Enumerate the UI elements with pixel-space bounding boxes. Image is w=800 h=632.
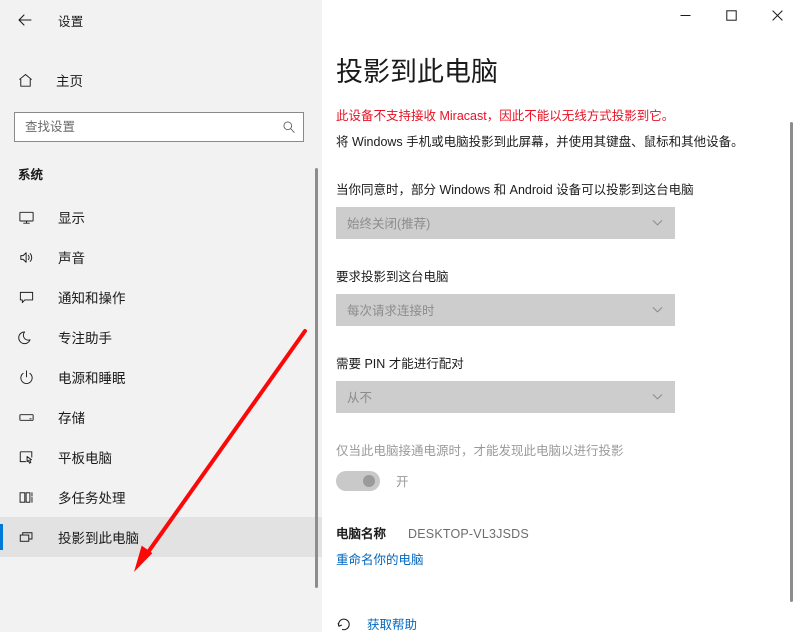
chevron-down-icon: [651, 390, 664, 403]
sidebar-item-label: 平板电脑: [58, 451, 112, 466]
close-button[interactable]: [754, 0, 800, 31]
power-toggle-row: 开: [336, 470, 800, 491]
power-note: 仅当此电脑接通电源时，才能发现此电脑以进行投影: [336, 443, 624, 458]
sidebar-item-focus-assist[interactable]: 专注助手: [0, 317, 322, 357]
monitor-icon: [16, 207, 36, 227]
dropdown-value: 始终关闭(推荐): [347, 217, 431, 232]
power-toggle[interactable]: [336, 470, 380, 491]
setting-label-request: 要求投影到这台电脑: [336, 269, 449, 284]
home-icon: [16, 71, 34, 89]
help-icon: [336, 615, 353, 632]
window-controls: [322, 0, 800, 40]
speech-bubble-icon: [16, 287, 36, 307]
app-title: 设置: [58, 14, 84, 29]
sidebar: 设置 主页 系统: [0, 0, 322, 632]
search-input[interactable]: [25, 113, 281, 141]
sidebar-item-notifications[interactable]: 通知和操作: [0, 277, 322, 317]
sidebar-item-label: 存储: [58, 411, 85, 426]
drive-icon: [16, 407, 36, 427]
get-help-row[interactable]: 获取帮助: [336, 614, 800, 632]
dropdown-pin[interactable]: 从不: [336, 380, 675, 413]
rename-pc-link[interactable]: 重命名你的电脑: [336, 549, 424, 568]
sidebar-item-project-to-this-pc[interactable]: 投影到此电脑: [0, 517, 322, 557]
get-help-link[interactable]: 获取帮助: [367, 614, 417, 632]
search-box[interactable]: [14, 112, 304, 142]
setting-label-pin: 需要 PIN 才能进行配对: [336, 356, 464, 371]
sidebar-item-label: 专注助手: [58, 331, 112, 346]
back-arrow-icon[interactable]: [14, 9, 36, 31]
sidebar-item-label: 多任务处理: [58, 491, 126, 506]
content-body: 投影到此电脑 此设备不支持接收 Miracast，因此不能以无线方式投影到它。 …: [322, 40, 800, 632]
chevron-down-icon: [651, 303, 664, 316]
sidebar-item-storage[interactable]: 存储: [0, 397, 322, 437]
sidebar-item-label: 显示: [58, 211, 85, 226]
sidebar-item-multitasking[interactable]: 多任务处理: [0, 477, 322, 517]
sidebar-item-label: 投影到此电脑: [58, 531, 139, 546]
toggle-state-label: 开: [396, 475, 409, 490]
minimize-button[interactable]: [662, 0, 708, 31]
sidebar-nav-list: 显示 声音 通知和操作 专注助手 电源和睡眠 存储 平板电脑 多任务处理 投影到…: [0, 197, 322, 557]
pc-name-label: 电脑名称: [336, 526, 387, 541]
power-icon: [16, 367, 36, 387]
sidebar-item-label: 电源和睡眠: [58, 371, 126, 386]
speaker-icon: [16, 247, 36, 267]
pc-name-value: DESKTOP-VL3JSDS: [408, 526, 529, 541]
sidebar-item-power-sleep[interactable]: 电源和睡眠: [0, 357, 322, 397]
project-icon: [16, 527, 36, 547]
dropdown-value: 从不: [347, 391, 373, 406]
sidebar-scrollbar[interactable]: [315, 168, 318, 588]
pc-name-row: 电脑名称 DESKTOP-VL3JSDS: [336, 523, 800, 542]
content-scrollbar[interactable]: [790, 122, 793, 602]
sidebar-item-label: 声音: [58, 251, 85, 266]
setting-label-consent: 当你同意时，部分 Windows 和 Android 设备可以投影到这台电脑: [336, 182, 694, 197]
sidebar-titlebar: 设置: [0, 0, 322, 40]
dropdown-consent[interactable]: 始终关闭(推荐): [336, 206, 675, 239]
sidebar-item-label: 通知和操作: [58, 291, 126, 306]
moon-icon: [16, 327, 36, 347]
content-pane: 投影到此电脑 此设备不支持接收 Miracast，因此不能以无线方式投影到它。 …: [322, 0, 800, 632]
search-icon[interactable]: [281, 119, 297, 135]
sidebar-item-display[interactable]: 显示: [0, 197, 322, 237]
page-description: 将 Windows 手机或电脑投影到此屏幕，并使用其键盘、鼠标和其他设备。: [336, 135, 744, 150]
miracast-warning: 此设备不支持接收 Miracast，因此不能以无线方式投影到它。: [336, 109, 675, 123]
tablet-icon: [16, 447, 36, 467]
home-label: 主页: [56, 74, 83, 89]
sidebar-group-header: 系统: [18, 168, 44, 182]
dropdown-value: 每次请求连接时: [347, 304, 435, 319]
dropdown-request[interactable]: 每次请求连接时: [336, 293, 675, 326]
sidebar-item-sound[interactable]: 声音: [0, 237, 322, 277]
sidebar-item-tablet[interactable]: 平板电脑: [0, 437, 322, 477]
settings-window: 设置 主页 系统: [0, 0, 800, 632]
toggle-knob: [363, 474, 375, 487]
chevron-down-icon: [651, 216, 664, 229]
page-title: 投影到此电脑: [336, 57, 498, 87]
multitask-icon: [16, 487, 36, 507]
maximize-button[interactable]: [708, 0, 754, 31]
sidebar-item-home[interactable]: 主页: [0, 62, 322, 98]
